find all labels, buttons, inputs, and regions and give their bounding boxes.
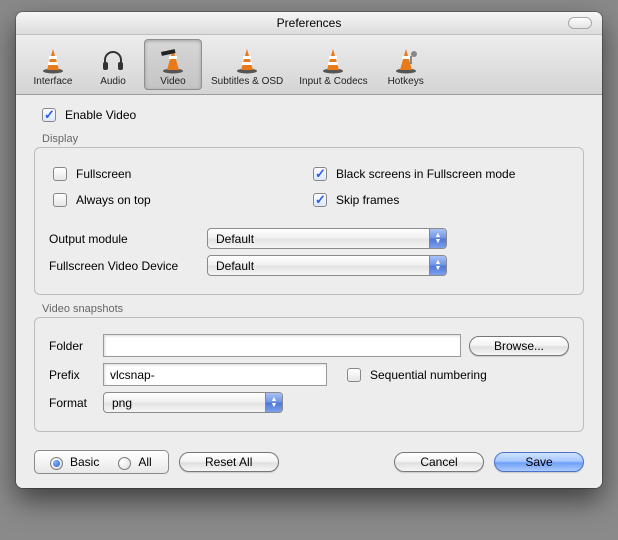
format-label: Format	[49, 396, 95, 410]
scope-all-input[interactable]	[118, 457, 131, 470]
cone-icon	[318, 44, 348, 74]
toolbar-label: Input & Codecs	[299, 76, 367, 87]
cone-icon	[232, 44, 262, 74]
toolbar-item-video[interactable]: Video	[144, 39, 202, 90]
toolbar: Interface Audio Video Subtitles & OSD In…	[16, 35, 602, 95]
sequential-checkbox[interactable]: Sequential numbering	[343, 365, 487, 385]
output-module-label: Output module	[49, 232, 199, 246]
enable-video-label: Enable Video	[65, 108, 136, 122]
browse-button[interactable]: Browse...	[469, 336, 569, 356]
black-screens-checkbox[interactable]: Black screens in Fullscreen mode	[309, 164, 515, 184]
titlebar-pill-button[interactable]	[568, 17, 592, 29]
toolbar-item-interface[interactable]: Interface	[24, 39, 82, 90]
cone-key-icon	[391, 44, 421, 74]
folder-label: Folder	[49, 339, 95, 353]
display-group: Display Fullscreen Alwa	[34, 133, 584, 295]
window-title: Preferences	[277, 16, 342, 30]
sequential-label: Sequential numbering	[370, 368, 487, 382]
enable-video-input[interactable]	[42, 108, 56, 122]
fs-device-label: Fullscreen Video Device	[49, 259, 199, 273]
toolbar-label: Video	[160, 76, 185, 87]
fullscreen-label: Fullscreen	[76, 167, 131, 181]
display-group-title: Display	[42, 133, 584, 145]
cancel-button[interactable]: Cancel	[394, 452, 484, 472]
skip-frames-input[interactable]	[313, 193, 327, 207]
folder-input[interactable]	[103, 334, 461, 357]
reset-all-button[interactable]: Reset All	[179, 452, 279, 472]
toolbar-item-subtitles[interactable]: Subtitles & OSD	[204, 39, 290, 90]
prefix-label: Prefix	[49, 368, 95, 382]
footer: Basic All Reset All Cancel Save	[34, 450, 584, 474]
toolbar-item-audio[interactable]: Audio	[84, 39, 142, 90]
output-module-select-input[interactable]: Default	[207, 228, 447, 249]
cone-icon	[38, 44, 68, 74]
skip-frames-label: Skip frames	[336, 193, 399, 207]
skip-frames-checkbox[interactable]: Skip frames	[309, 190, 399, 210]
toolbar-label: Subtitles & OSD	[211, 76, 283, 87]
scope-basic-radio[interactable]: Basic	[45, 454, 99, 470]
always-on-top-checkbox[interactable]: Always on top	[49, 190, 151, 210]
toolbar-item-input-codecs[interactable]: Input & Codecs	[292, 39, 374, 90]
format-select-input[interactable]: png	[103, 392, 283, 413]
output-module-select[interactable]: Default ▲▼	[207, 228, 447, 249]
enable-video-checkbox[interactable]: Enable Video	[38, 105, 136, 125]
cone-clapper-icon	[158, 44, 188, 74]
snapshots-group-title: Video snapshots	[42, 303, 584, 315]
always-on-top-input[interactable]	[53, 193, 67, 207]
prefix-input[interactable]	[103, 363, 327, 386]
scope-all-label: All	[138, 455, 151, 469]
preferences-window: Preferences Interface Audio Video Sub	[16, 12, 602, 488]
fs-device-select[interactable]: Default ▲▼	[207, 255, 447, 276]
toolbar-item-hotkeys[interactable]: Hotkeys	[377, 39, 435, 90]
snapshots-group: Video snapshots Folder Browse... Prefix …	[34, 303, 584, 432]
fullscreen-checkbox[interactable]: Fullscreen	[49, 164, 131, 184]
format-select[interactable]: png ▲▼	[103, 392, 283, 413]
black-screens-label: Black screens in Fullscreen mode	[336, 167, 515, 181]
content-area: Enable Video Display Fullscreen	[16, 95, 602, 488]
sequential-input[interactable]	[347, 368, 361, 382]
scope-all-radio[interactable]: All	[113, 454, 151, 470]
toolbar-label: Hotkeys	[388, 76, 424, 87]
always-on-top-label: Always on top	[76, 193, 151, 207]
headphones-icon	[98, 44, 128, 74]
titlebar: Preferences	[16, 12, 602, 35]
save-button[interactable]: Save	[494, 452, 584, 472]
scope-basic-input[interactable]	[50, 457, 63, 470]
scope-segmented: Basic All	[34, 450, 169, 474]
toolbar-label: Audio	[100, 76, 126, 87]
black-screens-input[interactable]	[313, 167, 327, 181]
fullscreen-input[interactable]	[53, 167, 67, 181]
fs-device-select-input[interactable]: Default	[207, 255, 447, 276]
scope-basic-label: Basic	[70, 455, 99, 469]
toolbar-label: Interface	[34, 76, 73, 87]
